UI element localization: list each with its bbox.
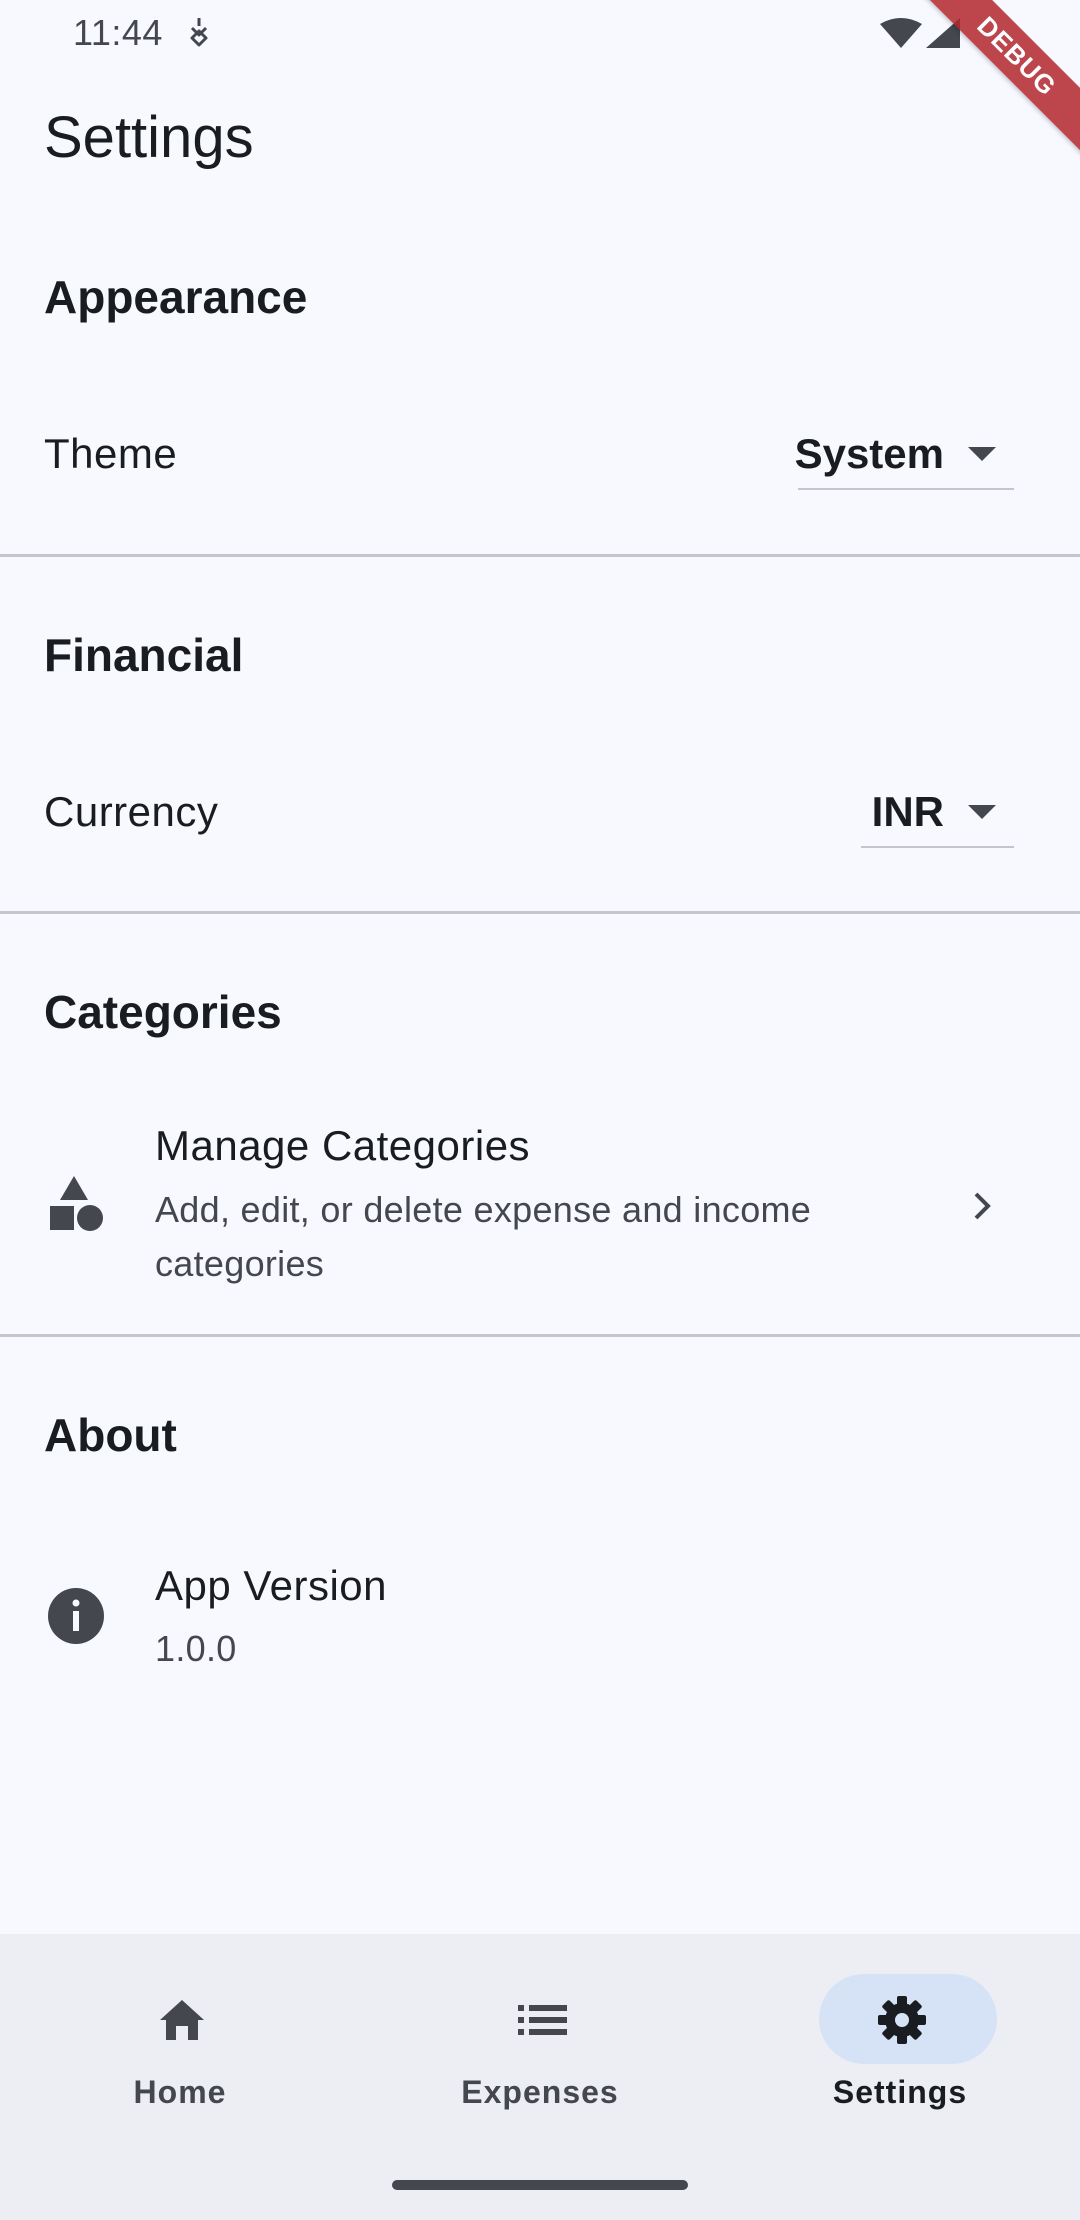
- status-time: 11:44: [73, 12, 163, 53]
- section-title-about: About: [44, 1409, 177, 1461]
- nav-label-settings: Settings: [832, 2074, 968, 2110]
- nav-label-expenses: Expenses: [461, 2074, 619, 2110]
- app-version-value: 1.0.0: [155, 1628, 237, 1669]
- currency-dropdown[interactable]: INR: [861, 778, 1014, 848]
- currency-label: Currency: [44, 788, 219, 835]
- page-title: Settings: [44, 105, 254, 170]
- app-version-title: App Version: [155, 1562, 387, 1609]
- status-bar: 11:44: [0, 0, 1080, 64]
- nav-label-home: Home: [133, 2074, 227, 2110]
- section-title-financial: Financial: [44, 629, 244, 681]
- notification-icon: [190, 18, 208, 47]
- divider: [0, 554, 1080, 557]
- dropdown-arrow-icon: [968, 805, 996, 819]
- manage-categories-subtitle: Add, edit, or delete expense and income …: [155, 1189, 812, 1284]
- gear-icon: [878, 1996, 926, 2044]
- settings-screen: 11:44 DEBUG Settings Appearance Theme Sy…: [0, 0, 1080, 2220]
- manage-categories-item[interactable]: Manage Categories Add, edit, or delete e…: [0, 1090, 1080, 1290]
- nav-item-expenses[interactable]: Expenses: [360, 1934, 720, 2134]
- info-icon: [48, 1588, 104, 1644]
- theme-dropdown[interactable]: System: [794, 420, 1014, 490]
- currency-dropdown-value: INR: [871, 788, 944, 835]
- dropdown-arrow-icon: [968, 447, 996, 461]
- category-shapes-icon: [50, 1176, 103, 1231]
- section-title-categories: Categories: [44, 986, 282, 1038]
- list-icon: [518, 2005, 567, 2035]
- nav-item-settings[interactable]: Settings: [720, 1934, 1080, 2134]
- theme-label: Theme: [44, 430, 178, 477]
- home-indicator[interactable]: [392, 2180, 688, 2190]
- divider: [0, 1334, 1080, 1337]
- home-icon: [160, 2000, 204, 2040]
- app-version-item: App Version 1.0.0: [0, 1530, 1080, 1690]
- bottom-navigation-bar: Home Expenses Settings: [0, 1934, 1080, 2220]
- theme-dropdown-value: System: [794, 430, 944, 477]
- manage-categories-title: Manage Categories: [155, 1122, 531, 1169]
- nav-item-home[interactable]: Home: [0, 1934, 360, 2134]
- wifi-icon: [880, 18, 922, 48]
- chevron-right-icon: [974, 1192, 991, 1220]
- section-title-appearance: Appearance: [44, 271, 308, 323]
- divider: [0, 911, 1080, 914]
